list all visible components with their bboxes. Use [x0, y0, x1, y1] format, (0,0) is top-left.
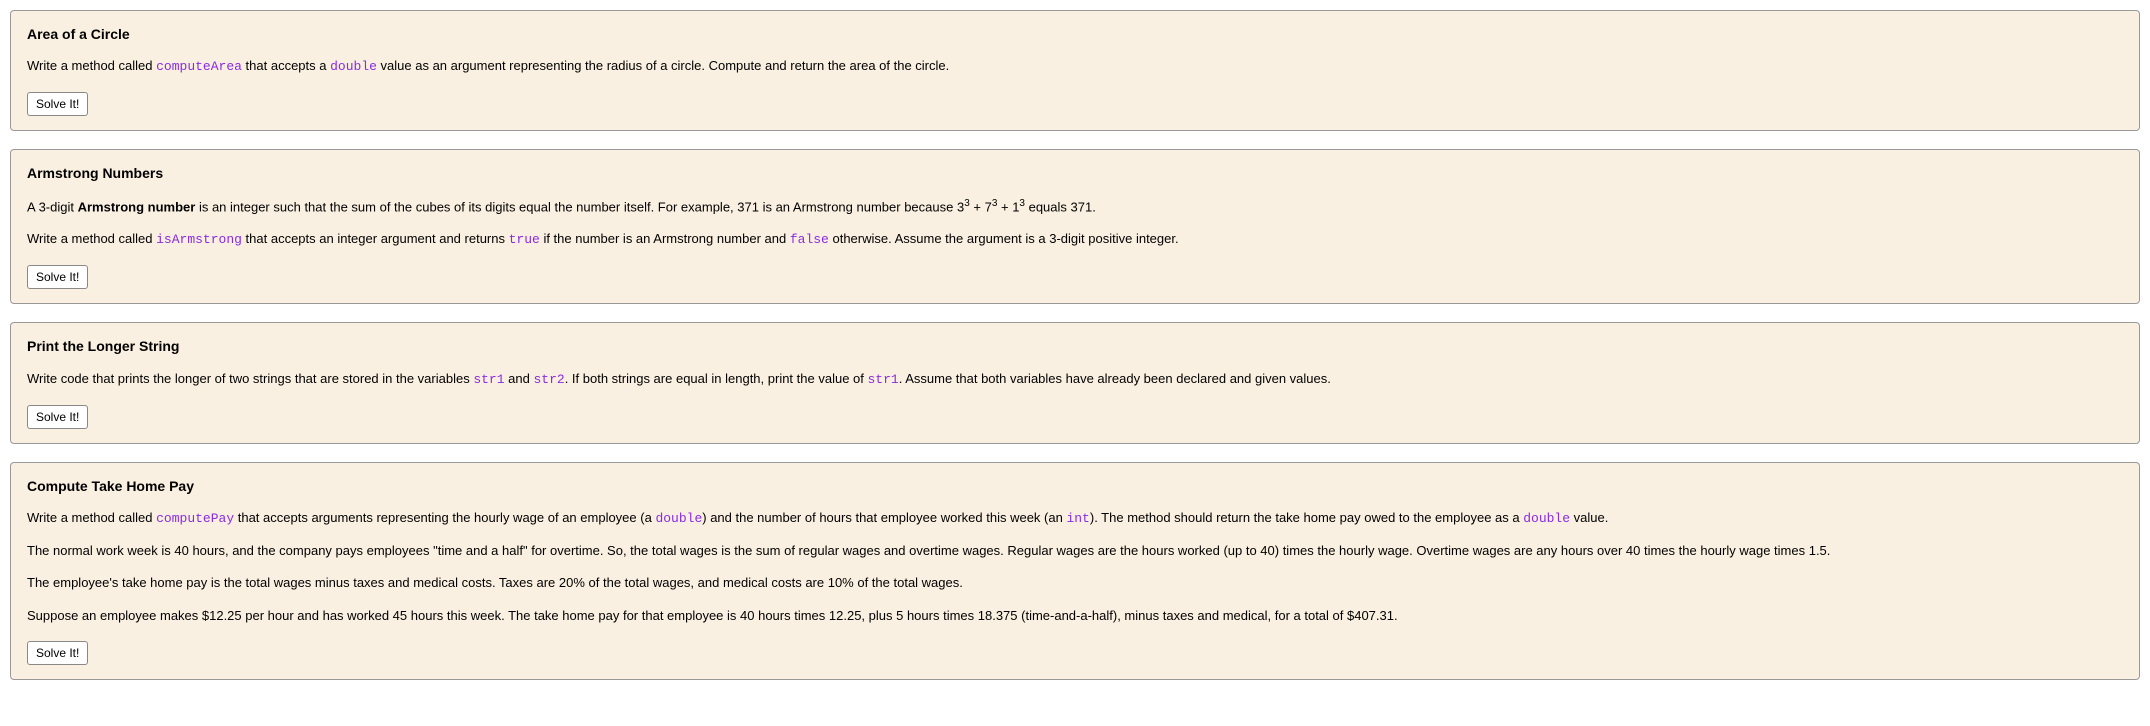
problem-card-compute-take-home-pay: Compute Take Home Pay Write a method cal… — [10, 462, 2140, 680]
problem-card-area-of-circle: Area of a Circle Write a method called c… — [10, 10, 2140, 131]
problem-title: Print the Longer String — [27, 335, 2123, 357]
problem-card-print-longer-string: Print the Longer String Write code that … — [10, 322, 2140, 443]
code-token: computeArea — [156, 59, 242, 74]
solve-it-button[interactable]: Solve It! — [27, 92, 88, 116]
problem-description: Write code that prints the longer of two… — [27, 368, 2123, 391]
code-token: double — [655, 511, 702, 526]
desc-text: Write a method called — [27, 231, 156, 246]
desc-text: that accepts arguments representing the … — [234, 510, 655, 525]
code-token: str1 — [473, 372, 504, 387]
code-token: true — [509, 232, 540, 247]
desc-text: that accepts a — [242, 58, 330, 73]
problem-title: Armstrong Numbers — [27, 162, 2123, 184]
desc-text: otherwise. Assume the argument is a 3-di… — [829, 231, 1179, 246]
problem-card-armstrong-numbers: Armstrong Numbers A 3-digit Armstrong nu… — [10, 149, 2140, 304]
problem-description: Write a method called computePay that ac… — [27, 507, 2123, 530]
desc-text: equals 371. — [1025, 199, 1096, 214]
problem-description: Write a method called isArmstrong that a… — [27, 228, 2123, 251]
desc-text: Write code that prints the longer of two… — [27, 371, 473, 386]
problem-title: Area of a Circle — [27, 23, 2123, 45]
desc-text: . Assume that both variables have alread… — [899, 371, 1331, 386]
desc-text: Write a method called — [27, 58, 156, 73]
desc-text: that accepts an integer argument and ret… — [242, 231, 509, 246]
desc-text: value as an argument representing the ra… — [377, 58, 949, 73]
code-token: isArmstrong — [156, 232, 242, 247]
code-token: int — [1066, 511, 1089, 526]
problem-description: The employee's take home pay is the tota… — [27, 572, 2123, 594]
solve-it-button[interactable]: Solve It! — [27, 641, 88, 665]
code-token: double — [1523, 511, 1570, 526]
desc-text: if the number is an Armstrong number and — [540, 231, 790, 246]
desc-text: is an integer such that the sum of the c… — [195, 199, 964, 214]
desc-text: + 7 — [970, 199, 992, 214]
problem-title: Compute Take Home Pay — [27, 475, 2123, 497]
code-token: str2 — [533, 372, 564, 387]
desc-text: and — [505, 371, 534, 386]
desc-text: value. — [1570, 510, 1608, 525]
code-token: false — [790, 232, 829, 247]
code-token: str1 — [867, 372, 898, 387]
problem-description: Write a method called computeArea that a… — [27, 55, 2123, 78]
desc-text: . If both strings are equal in length, p… — [565, 371, 868, 386]
problem-description: The normal work week is 40 hours, and th… — [27, 540, 2123, 562]
desc-text: ) and the number of hours that employee … — [702, 510, 1066, 525]
solve-it-button[interactable]: Solve It! — [27, 265, 88, 289]
solve-it-button[interactable]: Solve It! — [27, 405, 88, 429]
desc-text: A 3-digit — [27, 199, 78, 214]
code-token: computePay — [156, 511, 234, 526]
problem-description: A 3-digit Armstrong number is an integer… — [27, 195, 2123, 218]
code-token: double — [330, 59, 377, 74]
desc-text: + 1 — [997, 199, 1019, 214]
bold-term: Armstrong number — [78, 199, 196, 214]
desc-text: Write a method called — [27, 510, 156, 525]
desc-text: ). The method should return the take hom… — [1090, 510, 1523, 525]
problem-description: Suppose an employee makes $12.25 per hou… — [27, 605, 2123, 627]
